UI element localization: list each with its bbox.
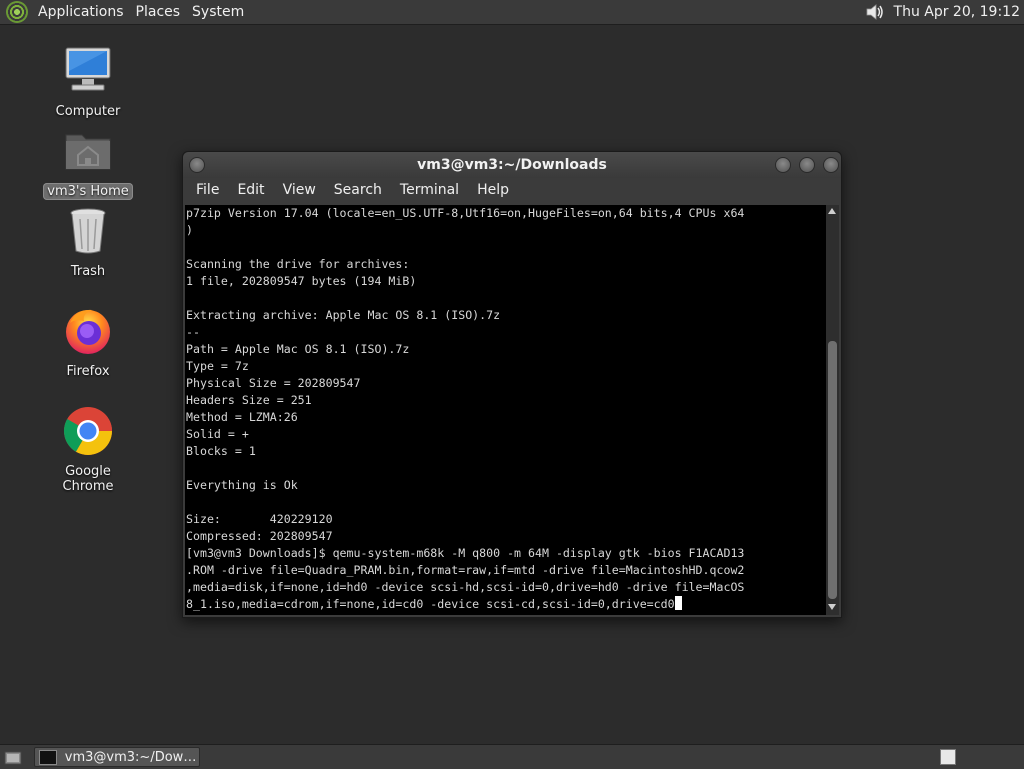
volume-icon[interactable] [864,1,886,23]
menu-edit[interactable]: Edit [228,182,273,198]
terminal-menubar: File Edit View Search Terminal Help [183,178,841,202]
clock[interactable]: Thu Apr 20, 19:12 [894,4,1020,20]
home-folder-icon [65,134,111,170]
desktop-icon-firefox[interactable]: Firefox [38,305,138,380]
terminal-scrollbar[interactable] [826,205,839,615]
menu-search[interactable]: Search [325,182,391,198]
close-button[interactable] [823,157,839,173]
maximize-button[interactable] [799,157,815,173]
panel-tray: Thu Apr 20, 19:12 [864,1,1024,23]
menu-view[interactable]: View [274,182,325,198]
scroll-up-icon[interactable] [828,208,836,214]
mate-logo-icon[interactable] [6,1,28,23]
firefox-icon [66,309,110,354]
system-menu[interactable]: System [186,4,250,20]
taskbar-terminal-button[interactable]: vm3@vm3:~/Downl... [34,747,200,767]
scroll-down-icon[interactable] [828,604,836,610]
computer-icon [65,47,111,91]
task-label: vm3@vm3:~/Downl... [64,749,199,765]
window-titlebar[interactable]: vm3@vm3:~/Downloads [183,152,841,178]
desktop-icon-home[interactable]: vm3's Home [38,125,138,200]
desktop-icon-label: Trash [70,264,106,279]
terminal-cursor [674,596,682,610]
top-panel: Applications Places System Thu Apr 20, 1… [0,0,1024,25]
show-desktop-icon[interactable] [4,749,22,765]
scrollbar-thumb[interactable] [828,341,837,599]
desktop-icon-computer[interactable]: Computer [38,45,138,120]
chrome-icon [63,407,113,456]
desktop-icon-chrome[interactable]: Google Chrome [38,405,138,495]
menu-file[interactable]: File [187,182,228,198]
menu-terminal[interactable]: Terminal [391,182,468,198]
minimize-button[interactable] [775,157,791,173]
desktop-icon-label: vm3's Home [43,183,133,200]
places-menu[interactable]: Places [130,4,187,20]
terminal-window[interactable]: vm3@vm3:~/Downloads File Edit View Searc… [182,151,842,618]
window-title: vm3@vm3:~/Downloads [417,157,607,173]
window-menu-icon[interactable] [189,157,205,173]
desktop-icon-trash[interactable]: Trash [38,205,138,280]
desktop-icon-label: Firefox [66,364,110,379]
desktop-icon-label: Google Chrome [62,464,114,494]
workspace-switcher-icon[interactable] [940,749,956,765]
terminal-icon [39,749,57,765]
menu-help[interactable]: Help [468,182,518,198]
trash-icon [70,208,106,254]
terminal-text: p7zip Version 17.04 (locale=en_US.UTF-8,… [186,206,745,611]
desktop-icon-label: Computer [55,104,121,119]
terminal-output[interactable]: p7zip Version 17.04 (locale=en_US.UTF-8,… [185,205,826,615]
applications-menu[interactable]: Applications [32,4,130,20]
bottom-panel: vm3@vm3:~/Downl... [0,744,1024,769]
